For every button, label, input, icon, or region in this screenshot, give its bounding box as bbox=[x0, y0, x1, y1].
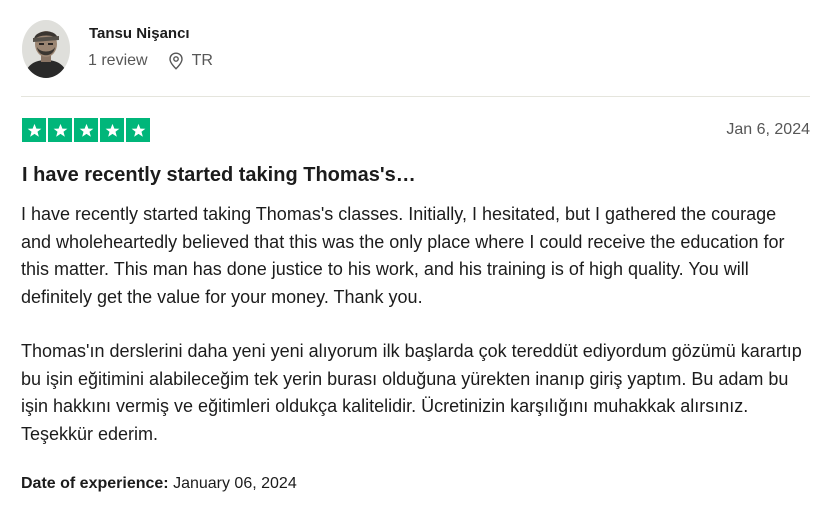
review-paragraph-tr: Thomas'ın derslerini daha yeni yeni alıy… bbox=[21, 341, 802, 444]
star-icon bbox=[100, 118, 124, 142]
divider bbox=[21, 96, 810, 97]
review-title[interactable]: I have recently started taking Thomas's… bbox=[22, 164, 416, 187]
map-pin-icon bbox=[168, 52, 184, 70]
star-icon bbox=[74, 118, 98, 142]
review-count: 1 review bbox=[88, 52, 148, 69]
review-card: Tansu Nişancı 1 review TR Jan 6, 2024 I … bbox=[21, 0, 811, 492]
avatar-photo bbox=[22, 20, 70, 78]
star-icon bbox=[48, 118, 72, 142]
reviewer-header: Tansu Nişancı 1 review TR bbox=[21, 0, 811, 96]
experience-date: January 06, 2024 bbox=[173, 475, 297, 492]
date-of-experience: Date of experience: January 06, 2024 bbox=[21, 475, 297, 493]
reviewer-location: TR bbox=[191, 52, 213, 69]
review-paragraph-en: I have recently started taking Thomas's … bbox=[21, 204, 785, 307]
review-body: I have recently started taking Thomas's … bbox=[21, 201, 811, 448]
star-rating bbox=[22, 118, 150, 142]
avatar[interactable] bbox=[22, 20, 70, 78]
experience-label: Date of experience: bbox=[21, 475, 169, 492]
star-icon bbox=[22, 118, 46, 142]
star-icon bbox=[126, 118, 150, 142]
reviewer-meta: 1 review TR bbox=[88, 52, 213, 70]
review-date: Jan 6, 2024 bbox=[726, 121, 810, 138]
reviewer-name[interactable]: Tansu Nişancı bbox=[89, 25, 190, 42]
